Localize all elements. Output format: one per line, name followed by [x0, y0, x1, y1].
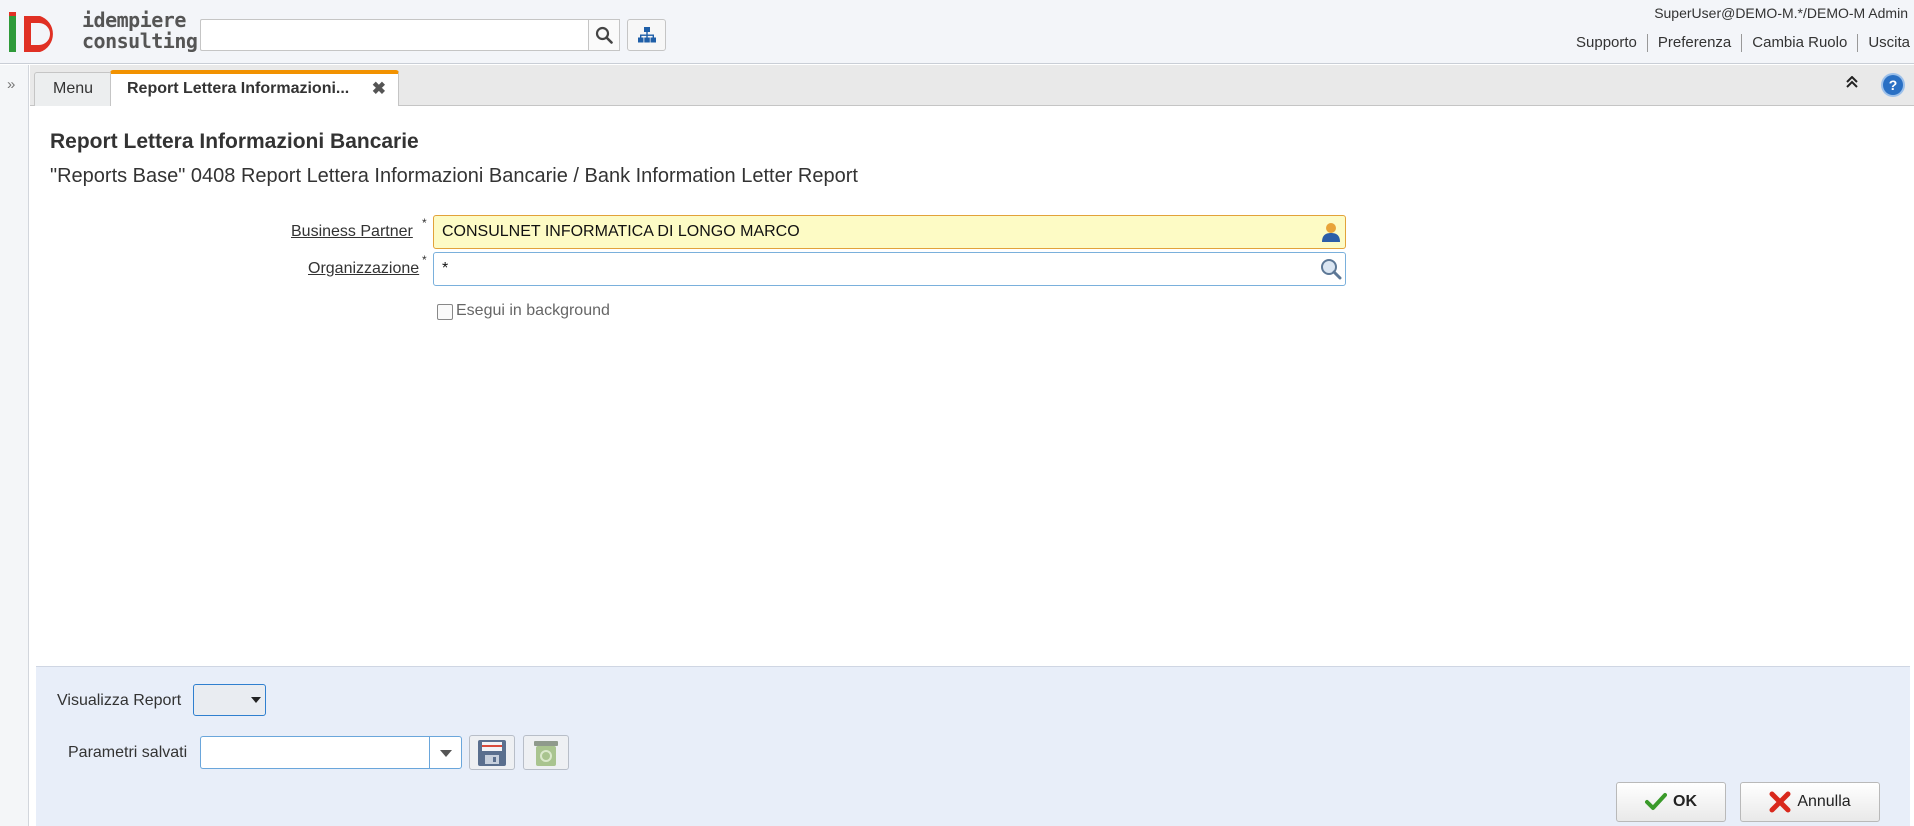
delete-params-button[interactable] [523, 735, 569, 770]
sitemap-icon [637, 27, 656, 43]
page-description: "Reports Base" 0408 Report Lettera Infor… [50, 165, 858, 187]
tab-bar: Menu Report Lettera Informazioni... ✖ ? [30, 65, 1914, 106]
tab-report-active[interactable]: Report Lettera Informazioni... ✖ [110, 70, 399, 106]
link-change-role[interactable]: Cambia Ruolo [1741, 34, 1857, 52]
required-marker: * [422, 253, 427, 267]
page-title: Report Lettera Informazioni Bancarie [50, 130, 419, 153]
link-support[interactable]: Supporto [1566, 34, 1647, 52]
logo-line-2: consulting [82, 29, 198, 53]
help-icon[interactable]: ? [1883, 75, 1903, 95]
floppy-save-icon [478, 739, 506, 766]
link-preferences[interactable]: Preferenza [1646, 34, 1741, 52]
business-partner-label[interactable]: Business Partner [291, 223, 413, 241]
saved-params-label: Parametri salvati [68, 744, 188, 761]
run-in-background-checkbox[interactable] [437, 304, 453, 320]
logo-wordmark: idempiere consulting [82, 8, 198, 53]
organization-field[interactable] [433, 252, 1346, 286]
chevron-down-icon [440, 750, 452, 757]
saved-params-dropdown-button[interactable] [429, 736, 462, 769]
view-report-label: Visualizza Report [57, 692, 182, 709]
saved-params-input[interactable] [200, 736, 429, 769]
business-partner-field[interactable] [433, 215, 1346, 249]
lookup-search-icon[interactable] [1320, 258, 1342, 280]
ok-button[interactable]: OK [1616, 782, 1726, 822]
recycle-bin-icon [534, 740, 558, 766]
link-logout[interactable]: Uscita [1857, 34, 1910, 52]
logo-line-1: idempiere [82, 8, 186, 32]
view-report-select[interactable] [193, 684, 266, 716]
top-links: Supporto Preferenza Cambia Ruolo Uscita [1566, 34, 1910, 52]
idempiere-logo[interactable]: idempiere consulting [8, 8, 198, 60]
double-chevron-up-icon [1846, 75, 1858, 88]
user-role-info[interactable]: SuperUser@DEMO-M.*/DEMO-M Admin [1654, 5, 1908, 21]
run-in-background-label[interactable]: Esegui in background [456, 302, 610, 320]
search-icon [595, 26, 613, 44]
search-button[interactable] [588, 19, 620, 51]
required-marker: * [422, 216, 427, 230]
save-params-button[interactable] [469, 735, 515, 770]
menu-tree-button[interactable] [627, 19, 666, 51]
idempiere-logo-mark-icon [9, 12, 53, 52]
tab-report-label: Report Lettera Informazioni... [127, 80, 350, 97]
global-search-input[interactable] [200, 19, 588, 51]
cancel-button-label: Annulla [1797, 793, 1851, 810]
close-tab-icon[interactable]: ✖ [372, 74, 386, 104]
collapse-header-icon[interactable] [1846, 75, 1858, 93]
check-icon [1645, 793, 1667, 810]
expand-panel-icon[interactable]: » [7, 76, 15, 93]
west-panel-collapsed: » [0, 65, 29, 826]
organization-label[interactable]: Organizzazione [308, 260, 419, 278]
close-icon [1769, 791, 1791, 813]
cancel-button[interactable]: Annulla [1740, 782, 1880, 822]
ok-button-label: OK [1673, 793, 1697, 810]
business-partner-icon[interactable] [1320, 221, 1342, 243]
tab-menu[interactable]: Menu [34, 72, 113, 106]
dropdown-caret-icon [251, 697, 261, 703]
header-bar: idempiere consulting SuperUser@DEMO-M.*/… [0, 0, 1914, 64]
